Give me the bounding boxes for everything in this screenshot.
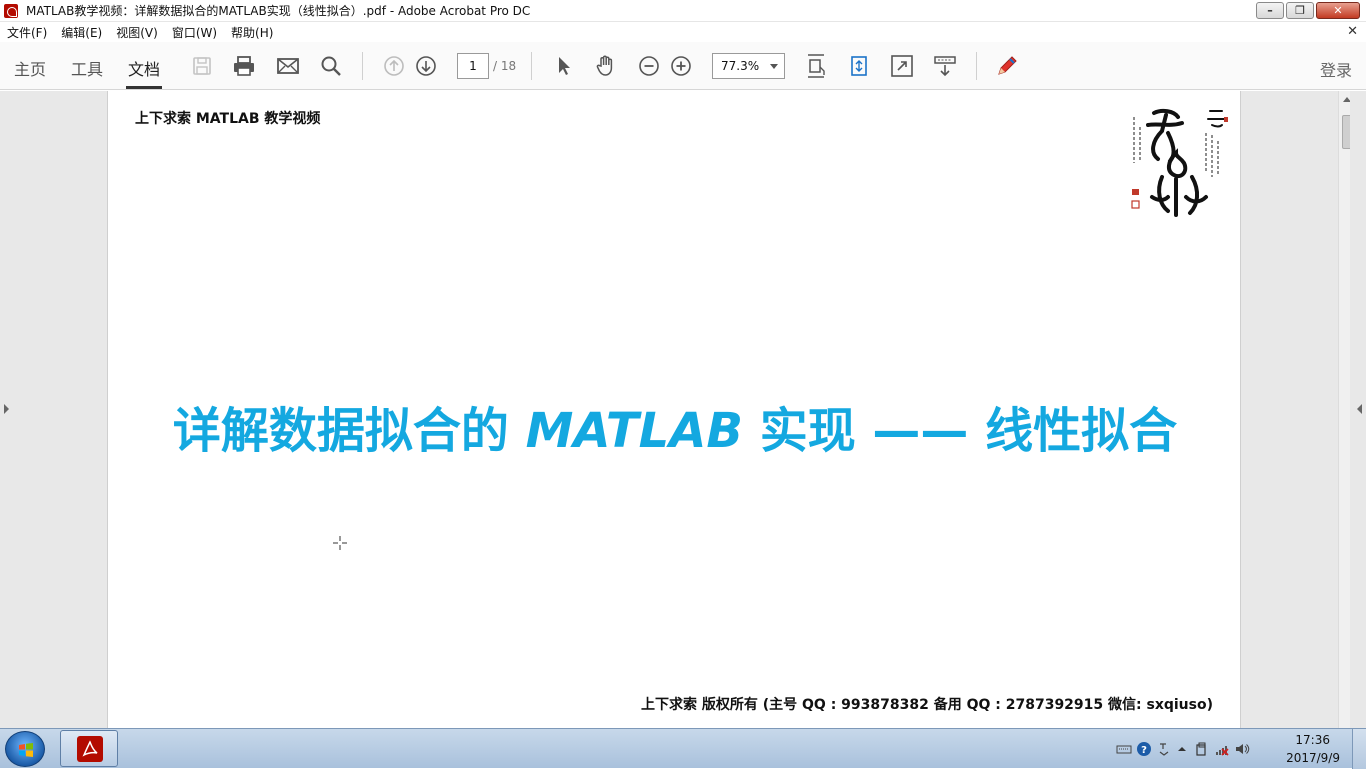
page-header: 上下求索 MATLAB 教学视频 — [135, 111, 321, 127]
print-icon[interactable] — [231, 53, 257, 79]
restore-icon: ❐ — [1295, 4, 1305, 17]
close-icon: ✕ — [1333, 4, 1343, 17]
clock-date[interactable]: 2017/9/9 — [1286, 751, 1340, 765]
tab-document[interactable]: 文档 — [125, 56, 163, 89]
page-number-input[interactable] — [457, 53, 489, 79]
tab-tools[interactable]: 工具 — [71, 56, 103, 80]
fit-page-icon[interactable] — [803, 53, 829, 79]
pdf-page: 上下求索 MATLAB 教学视频 详解数据拟合的 MATLAB 实现 —— 线性… — [107, 91, 1241, 728]
document-title: 详解数据拟合的 MATLAB 实现 —— 线性拟合 — [108, 391, 1242, 461]
document-title-cjk-1: 详解数据拟合的 — [172, 403, 526, 459]
menu-help[interactable]: 帮助(H) — [231, 24, 273, 41]
expand-right-icon — [1357, 404, 1362, 414]
zoom-select[interactable]: 77.3% — [712, 53, 785, 79]
zoom-out-icon[interactable] — [636, 53, 662, 79]
close-button[interactable]: ✕ — [1316, 2, 1360, 19]
login-link[interactable]: 登录 — [1320, 57, 1352, 81]
minimize-button[interactable]: – — [1256, 2, 1284, 19]
zoom-value: 77.3% — [721, 59, 760, 73]
fullscreen-icon[interactable] — [889, 53, 915, 79]
expand-left-icon — [4, 404, 9, 414]
minimize-icon: – — [1267, 4, 1273, 17]
hand-icon[interactable] — [593, 53, 619, 79]
menu-bar: 文件(F) 编辑(E) 视图(V) 窗口(W) 帮助(H) ✕ — [0, 22, 1366, 42]
network-error-icon[interactable] — [1214, 741, 1230, 757]
taskbar: ? 17:36 2017/9/9 — [0, 728, 1366, 769]
document-title-latin: MATLAB — [525, 403, 743, 459]
show-desktop-button[interactable] — [1352, 729, 1366, 769]
volume-icon[interactable] — [1234, 741, 1250, 757]
show-hidden-icons-icon[interactable] — [1174, 741, 1190, 757]
keyboard-icon[interactable] — [1116, 741, 1132, 757]
windows-logo-icon — [19, 743, 33, 757]
tab-home[interactable]: 主页 — [14, 56, 46, 80]
toolbar-divider — [976, 52, 977, 80]
document-title-cjk-2: 实现 —— 线性拟合 — [742, 403, 1178, 459]
window-title: MATLAB教学视频：详解数据拟合的MATLAB实现（线性拟合）.pdf - A… — [26, 4, 531, 18]
acrobat-app-icon — [77, 736, 103, 762]
menu-file[interactable]: 文件(F) — [7, 24, 47, 41]
select-arrow-icon[interactable] — [551, 53, 577, 79]
help-icon[interactable]: ? — [1136, 741, 1152, 757]
rotate-icon[interactable] — [846, 53, 872, 79]
page-total: / 18 — [493, 59, 517, 73]
taskbar-item-acrobat[interactable] — [60, 730, 118, 767]
toolbar-divider — [362, 52, 363, 80]
acrobat-app-icon — [4, 3, 18, 18]
system-tray: ? 17:36 2017/9/9 — [1106, 729, 1366, 769]
calligraphy-seal-logo — [1131, 108, 1228, 217]
svg-text:?: ? — [1141, 745, 1147, 756]
start-button[interactable] — [5, 731, 45, 767]
search-icon[interactable] — [318, 53, 344, 79]
toolbar-divider — [531, 52, 532, 80]
clock-time[interactable]: 17:36 — [1295, 733, 1330, 747]
zoom-in-icon[interactable] — [668, 53, 694, 79]
window-controls: – ❐ ✕ — [1256, 2, 1360, 19]
mail-icon[interactable] — [275, 53, 301, 79]
save-icon[interactable] — [189, 53, 215, 79]
menu-view[interactable]: 视图(V) — [116, 24, 158, 41]
page-up-icon[interactable] — [381, 53, 407, 79]
document-viewport: 上下求索 MATLAB 教学视频 详解数据拟合的 MATLAB 实现 —— 线性… — [0, 91, 1366, 728]
page-down-icon[interactable] — [413, 53, 439, 79]
right-panel-toggle[interactable] — [1350, 91, 1366, 728]
language-bar-icon[interactable] — [1156, 741, 1172, 757]
scroll-mode-icon[interactable] — [932, 53, 958, 79]
chevron-down-icon — [770, 64, 778, 69]
close-document-icon[interactable]: ✕ — [1347, 24, 1358, 39]
usb-device-icon[interactable] — [1194, 741, 1210, 757]
window-titlebar: MATLAB教学视频：详解数据拟合的MATLAB实现（线性拟合）.pdf - A… — [0, 0, 1366, 22]
crosshair-cursor-icon — [333, 536, 347, 550]
menu-window[interactable]: 窗口(W) — [172, 24, 217, 41]
maximize-button[interactable]: ❐ — [1286, 2, 1314, 19]
left-panel-toggle[interactable] — [0, 91, 14, 728]
toolbar: 主页 工具 文档 / 18 77.3% — [0, 42, 1366, 90]
menu-edit[interactable]: 编辑(E) — [61, 24, 102, 41]
pen-icon[interactable] — [994, 53, 1020, 79]
page-footer: 上下求索 版权所有 (主号 QQ : 993878382 备用 QQ : 278… — [641, 697, 1213, 713]
